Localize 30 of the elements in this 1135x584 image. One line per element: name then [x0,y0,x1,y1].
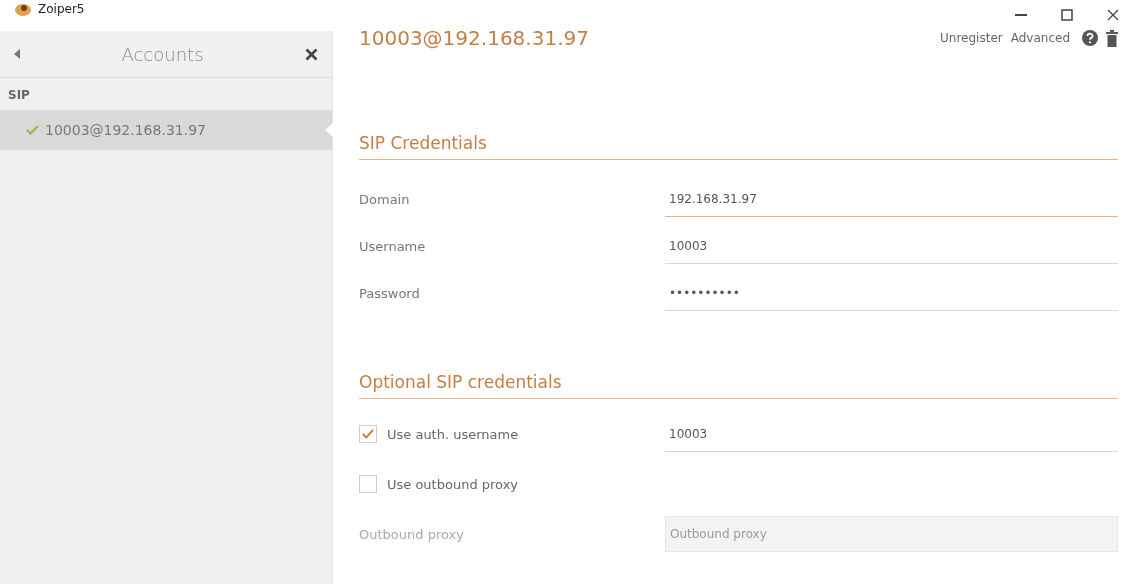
close-icon[interactable] [1107,9,1119,21]
section-label: SIP [7,87,31,104]
field-label: Password [359,286,421,301]
text-field[interactable]: 192.168.31.97 [665,182,1118,217]
checkbox[interactable] [359,475,377,493]
field-label: Username [359,239,427,254]
maximize-icon[interactable] [1061,9,1073,21]
back-icon[interactable] [14,49,20,59]
text-field[interactable]: 10003 [665,416,1118,452]
delete-icon[interactable] [1106,29,1118,47]
checkbox-label[interactable]: Use outbound proxy [387,476,519,492]
text-field[interactable]: •••••••••• [665,276,1118,311]
account-title: 10003@192.168.31.97 [359,26,590,50]
field-label: Outbound proxy [359,526,465,542]
action-link[interactable]: Unregister [936,31,1007,45]
section-heading: SIP Credentials [359,133,1118,160]
checkbox[interactable] [359,425,377,443]
check-icon [362,429,374,439]
action-link[interactable]: Advanced [1006,31,1074,45]
close-icon[interactable] [305,47,318,61]
account-label: 10003@192.168.31.97 [45,122,206,138]
sidebar-title: Accounts [120,43,205,65]
pointer-icon [324,123,333,137]
window-title: Zoiper5 [38,1,85,16]
text-field[interactable]: 10003 [665,229,1118,264]
account-item[interactable]: 10003@192.168.31.97 [0,110,332,150]
field-label: Domain [359,192,411,207]
section-heading: Optional SIP credentials [359,372,1118,399]
checkbox-label[interactable]: Use auth. username [387,426,519,442]
help-icon[interactable] [1082,30,1098,46]
